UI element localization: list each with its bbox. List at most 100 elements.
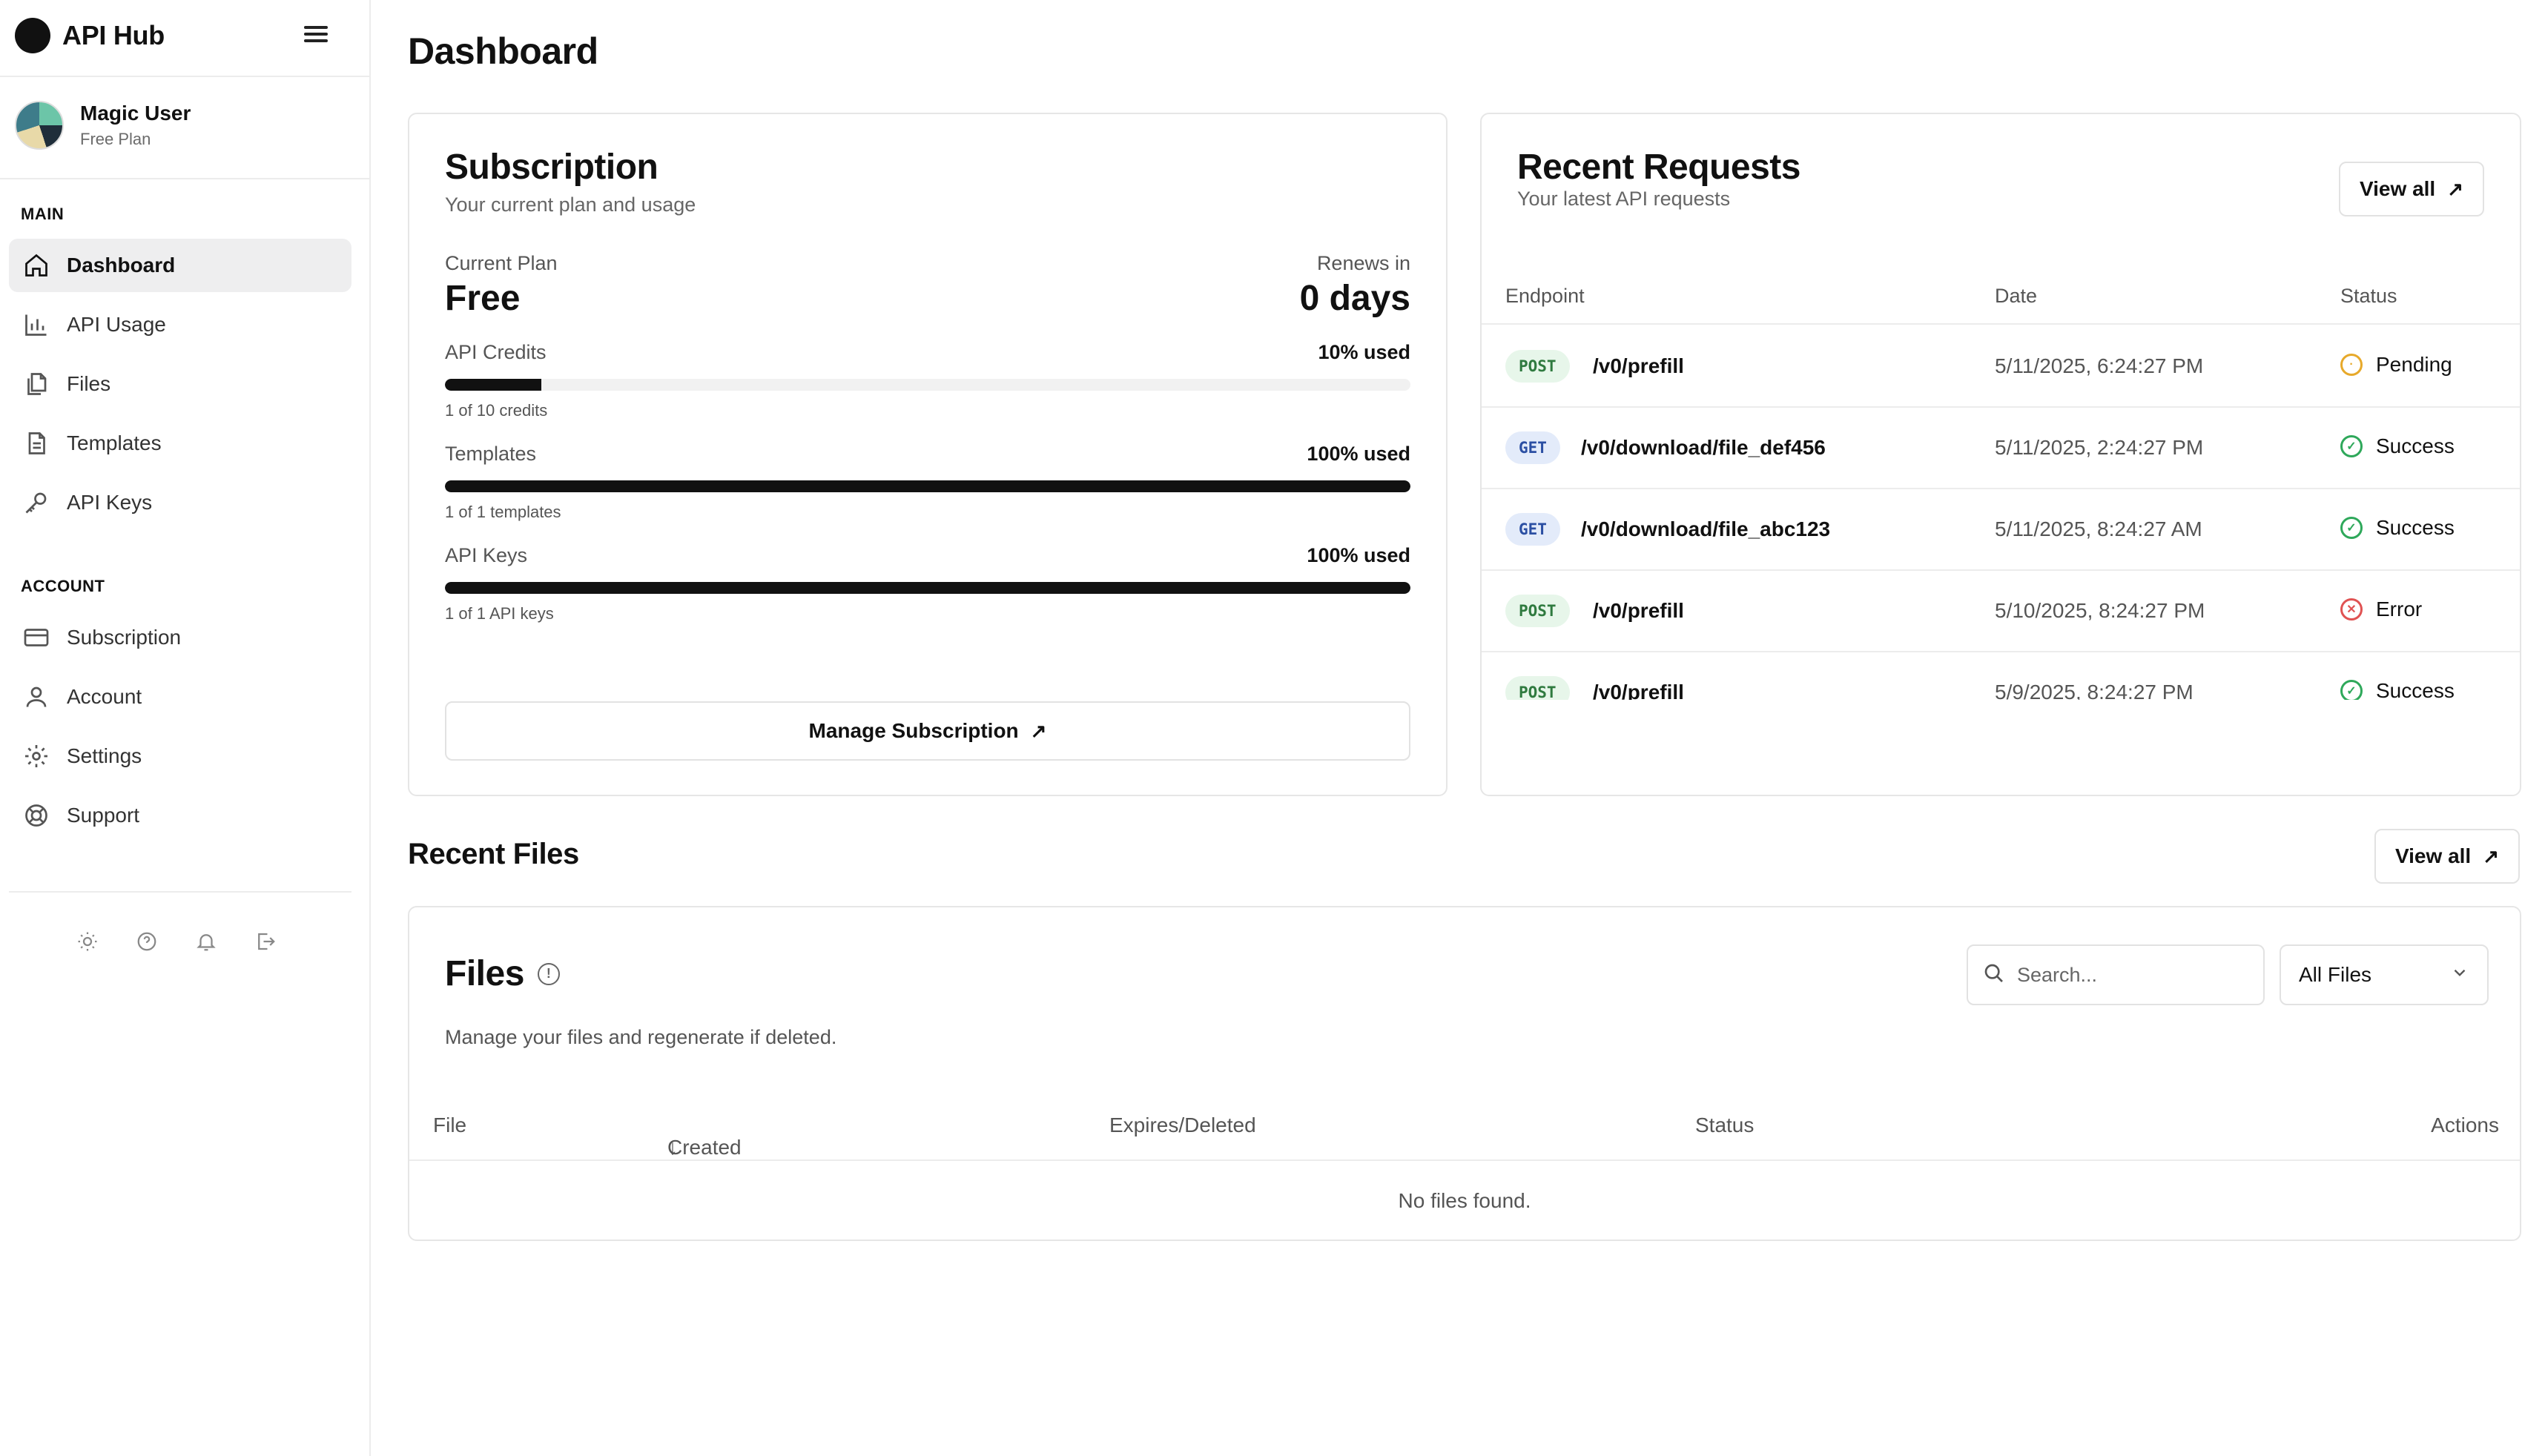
endpoint-path: /v0/prefill [1593, 681, 1684, 700]
brand[interactable]: API Hub [15, 16, 165, 55]
main-content: Dashboard Subscription Your current plan… [371, 0, 2545, 1456]
column-header-expires[interactable]: Expires/Deleted [1109, 1113, 1256, 1137]
endpoint-path: /v0/prefill [1593, 599, 1684, 622]
sidebar-item-dashboard[interactable]: Dashboard [9, 239, 351, 292]
status-badge: ✓ Success [2340, 679, 2455, 700]
bar-chart-icon [22, 311, 50, 339]
sun-icon[interactable] [74, 928, 101, 955]
status-badge: ✓ Success [2340, 434, 2455, 458]
column-header-actions: Actions [2431, 1113, 2499, 1136]
manage-subscription-button[interactable]: Manage Subscription ↗ [445, 701, 1410, 761]
sidebar-divider [9, 891, 351, 893]
sidebar-item-files[interactable]: Files [9, 357, 351, 411]
subscription-card: Subscription Your current plan and usage… [408, 113, 1448, 796]
sidebar-item-api-keys[interactable]: API Keys [9, 476, 351, 529]
view-all-requests-button[interactable]: View all ↗ [2339, 162, 2484, 216]
lifebuoy-icon [22, 801, 50, 830]
requests-table-body: POST /v0/prefill 5/11/2025, 6:24:27 PM ·… [1482, 326, 2520, 700]
view-all-files-button[interactable]: View all ↗ [2374, 829, 2520, 884]
check-circle-icon: ✓ [2340, 435, 2363, 457]
progress-bar [445, 582, 1410, 594]
column-header-endpoint[interactable]: Endpoint [1505, 285, 1585, 308]
meter-used: 100% used [1307, 544, 1410, 566]
table-row[interactable]: GET /v0/download/file_def456 5/11/2025, … [1482, 408, 2520, 489]
bell-icon[interactable] [193, 928, 219, 955]
sidebar-item-account[interactable]: Account [9, 670, 351, 724]
external-arrow-icon: ↗ [1030, 719, 1047, 742]
user-plan: Free Plan [80, 130, 151, 148]
method-badge: POST [1505, 350, 1570, 383]
meter-used: 10% used [1318, 341, 1410, 363]
key-icon [22, 489, 50, 517]
external-arrow-icon: ↗ [2447, 177, 2463, 200]
files-filter-select[interactable]: All Files [2280, 944, 2489, 1005]
column-header-status[interactable]: Status [1695, 1113, 1754, 1137]
files-icon [22, 370, 50, 398]
recent-requests-subtitle: Your latest API requests [1517, 188, 1731, 210]
meter-foot: 1 of 1 templates [445, 503, 561, 521]
request-date: 5/11/2025, 8:24:27 AM [1995, 517, 2202, 540]
column-header-file[interactable]: File [433, 1113, 466, 1137]
brand-logo [15, 18, 50, 53]
sidebar-item-label: API Keys [67, 491, 153, 514]
meter-foot: 1 of 10 credits [445, 401, 548, 420]
meter-label: Templates [445, 443, 537, 465]
document-icon [22, 429, 50, 457]
sidebar-item-label: Subscription [67, 626, 182, 649]
request-date: 5/9/2025, 8:24:27 PM [1995, 681, 2194, 700]
column-header-created-label: Created [667, 1136, 742, 1159]
method-badge: GET [1505, 431, 1560, 464]
user-name: Magic User [80, 102, 191, 125]
table-row[interactable]: POST /v0/prefill 5/10/2025, 8:24:27 PM ✕… [1482, 571, 2520, 652]
info-icon[interactable]: ! [537, 962, 560, 985]
sidebar-item-templates[interactable]: Templates [9, 417, 351, 470]
meter-label: API Keys [445, 544, 528, 566]
sidebar-item-subscription[interactable]: Subscription [9, 611, 351, 664]
help-icon[interactable] [133, 928, 160, 955]
column-header-date[interactable]: Date [1995, 285, 2037, 308]
progress-fill [445, 480, 1410, 492]
user-profile[interactable]: Magic User Free Plan [15, 101, 191, 150]
button-label: Manage Subscription [808, 719, 1019, 742]
check-circle-icon: ✓ [2340, 517, 2363, 539]
meter-foot: 1 of 1 API keys [445, 604, 554, 623]
table-row[interactable]: GET /v0/download/file_abc123 5/11/2025, … [1482, 489, 2520, 571]
meter-label: API Credits [445, 341, 547, 363]
status-badge: ✕ Error [2340, 598, 2422, 621]
status-text: Success [2376, 679, 2455, 700]
sidebar-item-settings[interactable]: Settings [9, 729, 351, 783]
check-circle-icon: ✓ [2340, 680, 2363, 700]
user-icon [22, 683, 50, 711]
app-root: API Hub Magic User Free Plan MAIN Dashbo… [0, 0, 2545, 1456]
status-text: Error [2376, 598, 2423, 621]
menu-toggle-icon[interactable] [303, 22, 329, 49]
usage-meter-templates: Templates 100% used 1 of 1 templates [445, 443, 1410, 522]
sidebar-item-api-usage[interactable]: API Usage [9, 298, 351, 351]
progress-bar [445, 480, 1410, 492]
x-circle-icon: ✕ [2340, 598, 2363, 621]
sidebar-item-support[interactable]: Support [9, 789, 351, 842]
files-subtitle: Manage your files and regenerate if dele… [445, 1026, 837, 1048]
sidebar-item-label: Account [67, 685, 142, 708]
files-title: Files [445, 954, 524, 993]
logout-icon[interactable] [252, 928, 279, 955]
home-icon [22, 251, 50, 279]
column-header-status[interactable]: Status [2340, 285, 2397, 308]
search-input[interactable] [2017, 963, 2254, 987]
recent-requests-card: Recent Requests Your latest API requests… [1480, 113, 2521, 796]
table-row[interactable]: POST /v0/prefill 5/11/2025, 6:24:27 PM ·… [1482, 326, 2520, 408]
search-field [1967, 944, 2265, 1005]
progress-bar [445, 379, 1410, 391]
usage-meter-credits: API Credits 10% used 1 of 10 credits [445, 341, 1410, 420]
section-label-account: ACCOUNT [21, 577, 105, 595]
table-row[interactable]: POST /v0/prefill 5/9/2025, 8:24:27 PM ✓ S… [1482, 652, 2520, 700]
select-value: All Files [2299, 963, 2372, 986]
empty-state-message: No files found. [1398, 1189, 1531, 1212]
external-arrow-icon: ↗ [2483, 844, 2499, 867]
app-name: API Hub [62, 20, 165, 50]
progress-fill [445, 379, 542, 391]
status-badge: ✓ Success [2340, 516, 2455, 540]
button-label: View all [2359, 177, 2436, 200]
chevron-down-icon [2450, 963, 2469, 987]
recent-files-title: Recent Files [408, 838, 579, 870]
